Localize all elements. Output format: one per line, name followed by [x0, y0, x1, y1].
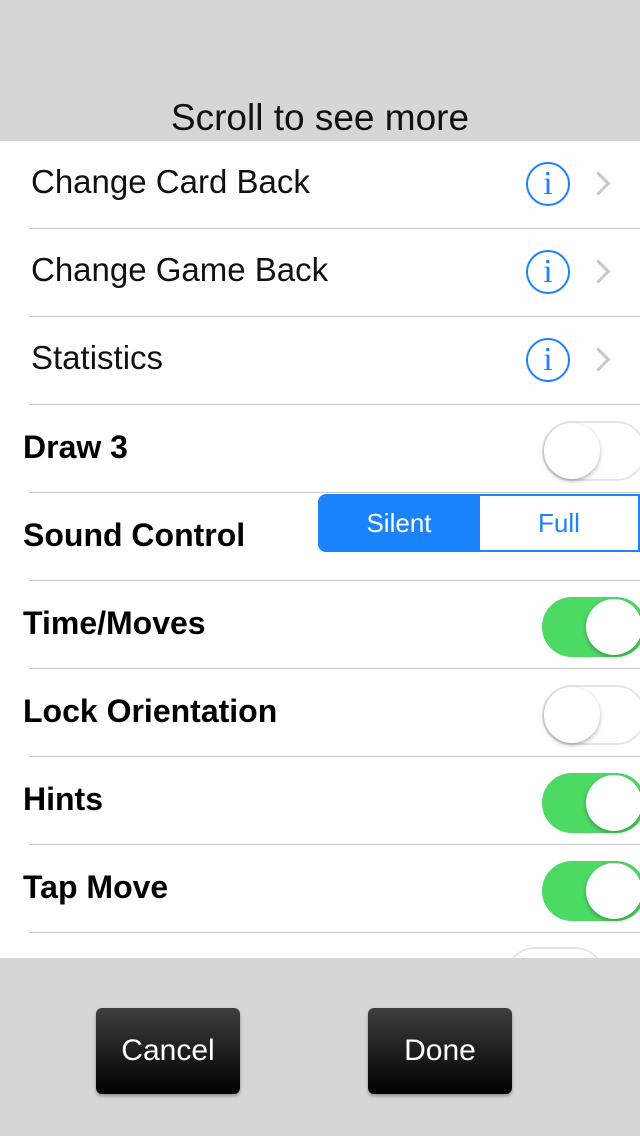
settings-list[interactable]: Change Card Back i Change Game Back i St…: [0, 141, 640, 958]
hints-toggle[interactable]: [542, 773, 640, 833]
chevron-right-icon: [586, 171, 611, 196]
sound-segmented-control[interactable]: Silent Full: [318, 494, 640, 552]
row-draw-3: Draw 3: [0, 405, 640, 493]
toggle-knob: [586, 599, 640, 655]
row-tap-move: Tap Move: [0, 845, 640, 933]
partial-toggle[interactable]: [505, 947, 605, 958]
draw-3-toggle[interactable]: [542, 421, 640, 481]
lock-orientation-toggle[interactable]: [542, 685, 640, 745]
row-change-game-back[interactable]: Change Game Back i: [0, 229, 640, 317]
row-label: Change Game Back: [31, 251, 329, 288]
row-label: Sound Control: [23, 517, 246, 553]
scroll-hint: Scroll to see more: [170, 97, 470, 138]
cancel-button[interactable]: Cancel: [96, 1008, 240, 1094]
row-statistics[interactable]: Statistics i: [0, 317, 640, 405]
row-label: Tap Move: [23, 869, 169, 905]
row-label: Lock Orientation: [23, 693, 278, 729]
toggle-knob: [544, 687, 600, 743]
info-icon[interactable]: i: [526, 250, 570, 294]
segment-silent[interactable]: Silent: [320, 496, 478, 550]
row-label: Change Card Back: [31, 163, 310, 200]
row-label: Time/Moves: [23, 605, 206, 641]
row-hints: Hints: [0, 757, 640, 845]
info-icon[interactable]: i: [526, 162, 570, 206]
chevron-right-icon: [586, 259, 611, 284]
done-button[interactable]: Done: [368, 1008, 512, 1094]
tap-move-toggle[interactable]: [542, 861, 640, 921]
row-label: Draw 3: [23, 429, 128, 465]
header: Scroll to see more: [0, 0, 640, 141]
chevron-right-icon: [586, 347, 611, 372]
toggle-knob: [586, 863, 640, 919]
row-lock-orientation: Lock Orientation: [0, 669, 640, 757]
row-change-card-back[interactable]: Change Card Back i: [0, 141, 640, 229]
info-icon[interactable]: i: [526, 338, 570, 382]
row-sound-control: Sound Control Silent Full: [0, 493, 640, 581]
row-label: Hints: [23, 781, 103, 817]
time-moves-toggle[interactable]: [542, 597, 640, 657]
row-label: Statistics: [31, 339, 164, 376]
bottom-toolbar: Cancel Done: [0, 958, 640, 1136]
segment-full[interactable]: Full: [478, 496, 638, 550]
divider: [30, 932, 640, 933]
toggle-knob: [586, 775, 640, 831]
row-time-moves: Time/Moves: [0, 581, 640, 669]
toggle-knob: [544, 423, 600, 479]
